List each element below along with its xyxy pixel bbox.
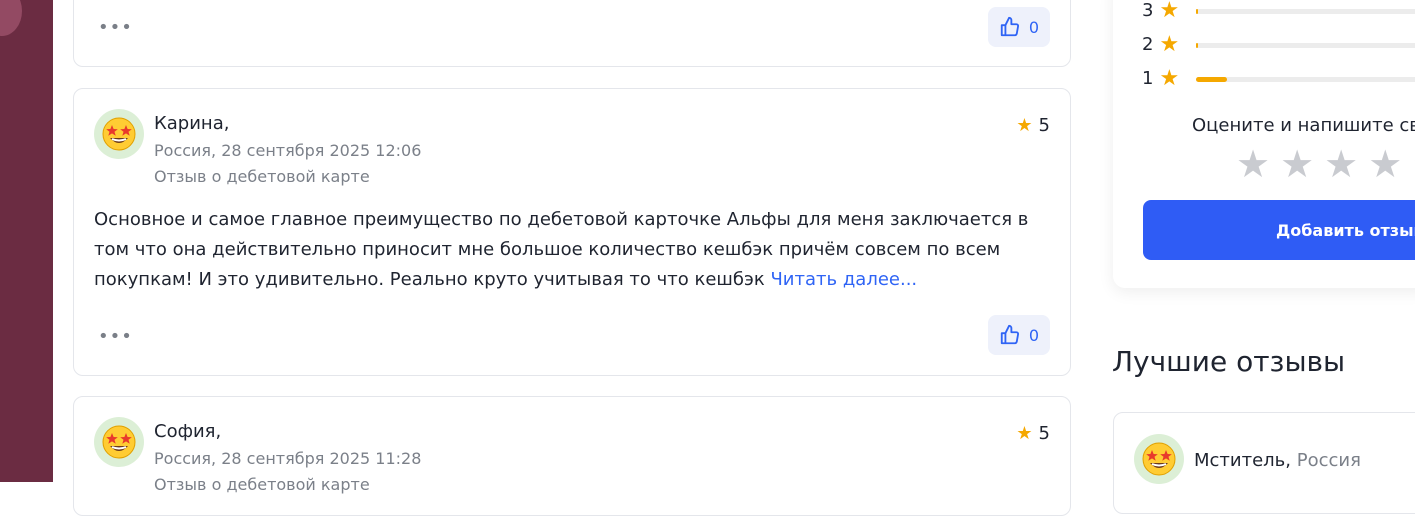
rating-bar-3	[1196, 9, 1415, 14]
rating-row-3: 3 ★	[1142, 0, 1179, 21]
star-struck-emoji-icon	[102, 425, 136, 459]
like-button[interactable]: 0	[988, 315, 1050, 355]
rating-bar-fill	[1196, 9, 1198, 14]
best-review-author: Мститель, Россия	[1194, 450, 1361, 471]
rating-row-label: 3	[1142, 0, 1154, 21]
rating-value: 5	[1038, 423, 1050, 444]
thumbs-up-icon	[1000, 16, 1019, 37]
review-category: Отзыв о дебетовой карте	[154, 475, 370, 494]
author-name: Мститель,	[1194, 450, 1292, 471]
star-icon[interactable]: ★	[1368, 145, 1402, 183]
rate-prompt: Оцените и напишите сво	[1192, 115, 1415, 136]
star-icon[interactable]: ★	[1280, 145, 1314, 183]
review-text: Основное и самое главное преимущество по…	[94, 205, 1054, 295]
rating-row-2: 2 ★	[1142, 31, 1180, 57]
thumbs-up-icon	[1000, 324, 1019, 345]
avatar	[94, 417, 144, 467]
add-review-button[interactable]: Добавить отзыв	[1143, 200, 1415, 260]
review-author: Карина,	[154, 113, 230, 134]
more-dots-icon[interactable]: •••	[98, 328, 133, 346]
rating-bar-2	[1196, 43, 1415, 48]
rating-summary-card: 3 ★ 2 ★ 1 ★ Оцените и напишите сво ★ ★ ★…	[1113, 0, 1415, 288]
rating-value: 5	[1038, 115, 1050, 136]
avatar	[94, 109, 144, 159]
review-card: Карина, Россия, 28 сентября 2025 12:06 О…	[73, 88, 1071, 376]
best-reviews-title: Лучшие отзывы	[1112, 345, 1346, 378]
star-icon: ★	[1016, 115, 1033, 136]
star-icon: ★	[1016, 423, 1033, 444]
star-rating-input[interactable]: ★ ★ ★ ★ ★	[1236, 145, 1415, 183]
flower-decoration	[0, 0, 22, 36]
more-dots-icon[interactable]: •••	[98, 19, 133, 37]
review-rating: ★ 5	[1016, 115, 1050, 136]
review-rating: ★ 5	[1016, 423, 1050, 444]
like-count: 0	[1028, 325, 1040, 345]
star-icon[interactable]: ★	[1324, 145, 1358, 183]
read-more-link[interactable]: Читать далее...	[770, 269, 917, 290]
rating-bar-1	[1196, 77, 1415, 82]
review-card: ••• 0	[73, 0, 1071, 67]
review-location-date: Россия, 28 сентября 2025 12:06	[154, 141, 422, 160]
star-icon: ★	[1159, 0, 1180, 23]
rating-bar-fill	[1196, 43, 1199, 48]
star-icon: ★	[1159, 31, 1180, 57]
star-icon[interactable]: ★	[1236, 145, 1270, 183]
review-author: София,	[154, 421, 222, 442]
like-button[interactable]: 0	[988, 7, 1050, 47]
rating-bar-fill	[1196, 77, 1228, 82]
rating-row-label: 2	[1142, 34, 1154, 55]
star-icon: ★	[1159, 65, 1180, 91]
rating-row-1: 1 ★	[1142, 65, 1180, 91]
star-struck-emoji-icon	[1142, 442, 1176, 476]
author-location: Россия	[1296, 450, 1361, 471]
like-count: 0	[1028, 17, 1040, 37]
review-category: Отзыв о дебетовой карте	[154, 167, 370, 186]
avatar	[1134, 434, 1184, 484]
decorative-left-panel	[0, 0, 53, 482]
rating-row-label: 1	[1142, 68, 1154, 89]
review-location-date: Россия, 28 сентября 2025 11:28	[154, 449, 422, 468]
star-struck-emoji-icon	[102, 117, 136, 151]
best-review-card[interactable]: Мститель, Россия	[1113, 412, 1415, 514]
review-card: София, Россия, 28 сентября 2025 11:28 От…	[73, 396, 1071, 516]
